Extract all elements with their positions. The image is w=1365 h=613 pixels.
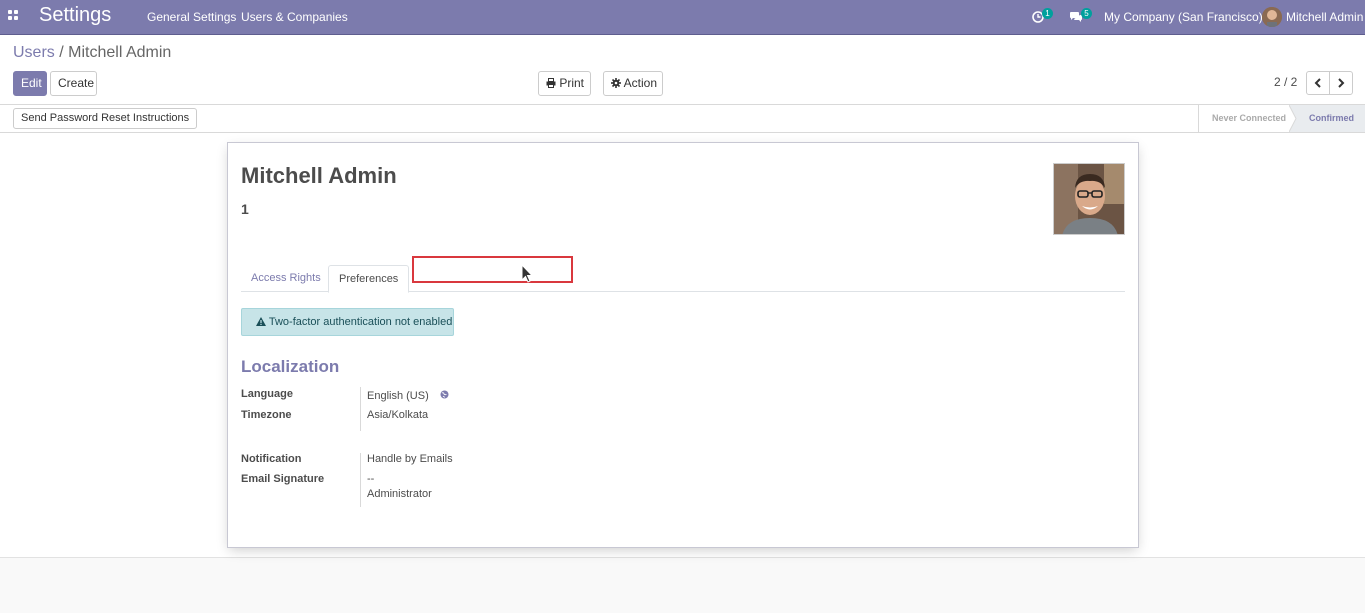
menu-users-companies[interactable]: Users & Companies <box>241 10 348 24</box>
timezone-value[interactable]: Asia/Kolkata <box>367 409 428 421</box>
language-label: Language <box>241 388 293 400</box>
highlight-box <box>412 256 573 283</box>
pager-next-button[interactable] <box>1329 71 1353 95</box>
globe-icon[interactable] <box>440 390 449 399</box>
activity-count-badge: 1 <box>1042 7 1053 19</box>
send-password-reset-button[interactable]: Send Password Reset Instructions <box>13 108 198 129</box>
top-navbar: Settings General Settings Users & Compan… <box>0 0 1365 35</box>
stage-arrow-divider <box>1289 105 1301 132</box>
field-divider <box>360 387 361 431</box>
status-bar: Send Password Reset Instructions Never C… <box>0 105 1365 133</box>
user-photo-image <box>1054 164 1124 234</box>
action-button[interactable]: Action <box>603 71 663 96</box>
chevron-left-icon <box>1314 78 1321 88</box>
footer-area <box>0 557 1365 613</box>
two-factor-alert-text: Two-factor authentication not enabled <box>268 316 453 328</box>
localization-section-title: Localization <box>241 357 340 376</box>
gear-icon <box>611 78 621 88</box>
language-value: English (US) <box>367 390 429 402</box>
avatar <box>1262 7 1282 27</box>
activity-systray[interactable]: 1 <box>1032 7 1053 27</box>
stage-confirmed[interactable]: Confirmed <box>1301 105 1365 132</box>
mouse-cursor-icon <box>521 264 534 283</box>
chevron-right-icon <box>1338 78 1345 88</box>
breadcrumb-current: Mitchell Admin <box>68 44 172 61</box>
notification-value[interactable]: Handle by Emails <box>367 453 453 465</box>
edit-button[interactable]: Edit <box>13 71 47 96</box>
timezone-label: Timezone <box>241 409 292 421</box>
two-factor-alert: Two-factor authentication not enabled <box>241 308 454 336</box>
email-signature-line-1: -- <box>367 473 375 485</box>
field-divider <box>360 453 361 507</box>
user-form-sheet: Mitchell Admin 1 Access Rights Preferenc… <box>227 142 1139 548</box>
action-label: Action <box>623 76 658 90</box>
notification-label: Notification <box>241 453 302 465</box>
email-signature-label: Email Signature <box>241 473 325 485</box>
messages-systray[interactable]: 5 <box>1069 7 1092 27</box>
pager-value[interactable]: 2 / 2 <box>1274 75 1297 89</box>
messages-count-badge: 5 <box>1081 7 1092 19</box>
create-button[interactable]: Create <box>50 71 97 96</box>
print-icon <box>546 78 556 88</box>
control-panel: Users / Mitchell Admin Edit Create Print… <box>0 35 1365 105</box>
breadcrumb: Users / Mitchell Admin <box>13 43 171 63</box>
notebook-tabs: Access Rights Preferences <box>241 265 1125 293</box>
warning-icon <box>256 317 266 326</box>
language-field[interactable]: English (US) <box>367 390 449 402</box>
breadcrumb-separator: / <box>59 44 64 61</box>
company-switcher[interactable]: My Company (San Francisco) <box>1104 7 1263 27</box>
tab-preferences[interactable]: Preferences <box>328 265 410 293</box>
user-photo[interactable] <box>1053 163 1125 235</box>
breadcrumb-users-link[interactable]: Users <box>13 44 55 61</box>
apps-menu-icon[interactable] <box>8 10 20 22</box>
user-login-field: 1 <box>241 201 249 217</box>
user-name-field: Mitchell Admin <box>241 163 397 188</box>
print-button[interactable]: Print <box>538 71 591 96</box>
tab-access-rights[interactable]: Access Rights <box>241 265 331 292</box>
print-label: Print <box>559 76 585 90</box>
menu-general-settings[interactable]: General Settings <box>147 10 236 24</box>
stage-never-connected[interactable]: Never Connected <box>1198 105 1295 132</box>
email-signature-line-2: Administrator <box>367 488 432 500</box>
user-menu[interactable]: Mitchell Admin <box>1262 7 1363 27</box>
user-name: Mitchell Admin <box>1286 10 1364 24</box>
app-title[interactable]: Settings <box>39 3 111 27</box>
pager-previous-button[interactable] <box>1306 71 1330 95</box>
